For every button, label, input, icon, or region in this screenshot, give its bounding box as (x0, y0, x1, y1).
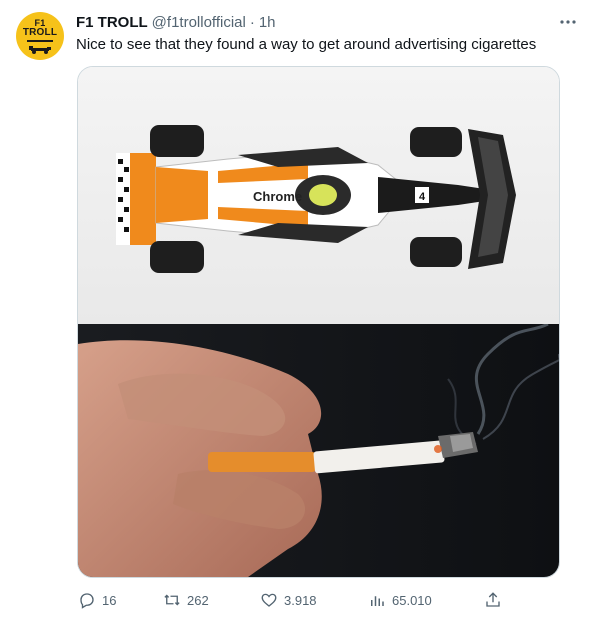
share-button[interactable] (484, 588, 502, 612)
header-separator: · (249, 13, 255, 31)
like-button[interactable]: 3.918 (260, 588, 317, 612)
reply-icon (80, 593, 94, 609)
like-icon (261, 593, 277, 607)
views-icon (371, 596, 384, 606)
more-button[interactable] (556, 12, 580, 32)
tweet[interactable]: F1 TROLL F1 TROLL @f1trollofficial · 1h … (0, 0, 598, 622)
reply-count: 16 (102, 592, 117, 608)
tweet-actions: 16 262 3.918 65.010 (70, 588, 510, 612)
tweet-header: F1 TROLL @f1trollofficial · 1h (76, 12, 558, 32)
views-count: 65.010 (392, 592, 432, 608)
avatar[interactable]: F1 TROLL (16, 12, 64, 60)
svg-text:4: 4 (419, 191, 426, 203)
tweet-media[interactable]: 4 Chrome (77, 66, 560, 578)
race-car-icon (29, 45, 51, 54)
retweet-count: 262 (187, 592, 209, 608)
car-sponsor-label: Chrome (253, 189, 302, 204)
tweet-text: Nice to see that they found a way to get… (76, 36, 537, 53)
avatar-divider (27, 39, 53, 42)
race-car-image[interactable]: 4 Chrome (78, 67, 559, 324)
cigarette-image[interactable] (78, 324, 559, 577)
more-icon (560, 20, 576, 24)
avatar-text-bottom: TROLL (22, 26, 58, 38)
author-name[interactable]: F1 TROLL (76, 14, 148, 31)
share-icon (486, 592, 500, 607)
retweet-icon (164, 594, 180, 606)
like-count: 3.918 (284, 592, 317, 608)
tweet-timestamp[interactable]: 1h (259, 14, 276, 31)
reply-button[interactable]: 16 (78, 588, 116, 612)
retweet-button[interactable]: 262 (163, 588, 209, 612)
views-button[interactable]: 65.010 (368, 588, 432, 612)
author-handle[interactable]: @f1trollofficial (152, 14, 246, 31)
